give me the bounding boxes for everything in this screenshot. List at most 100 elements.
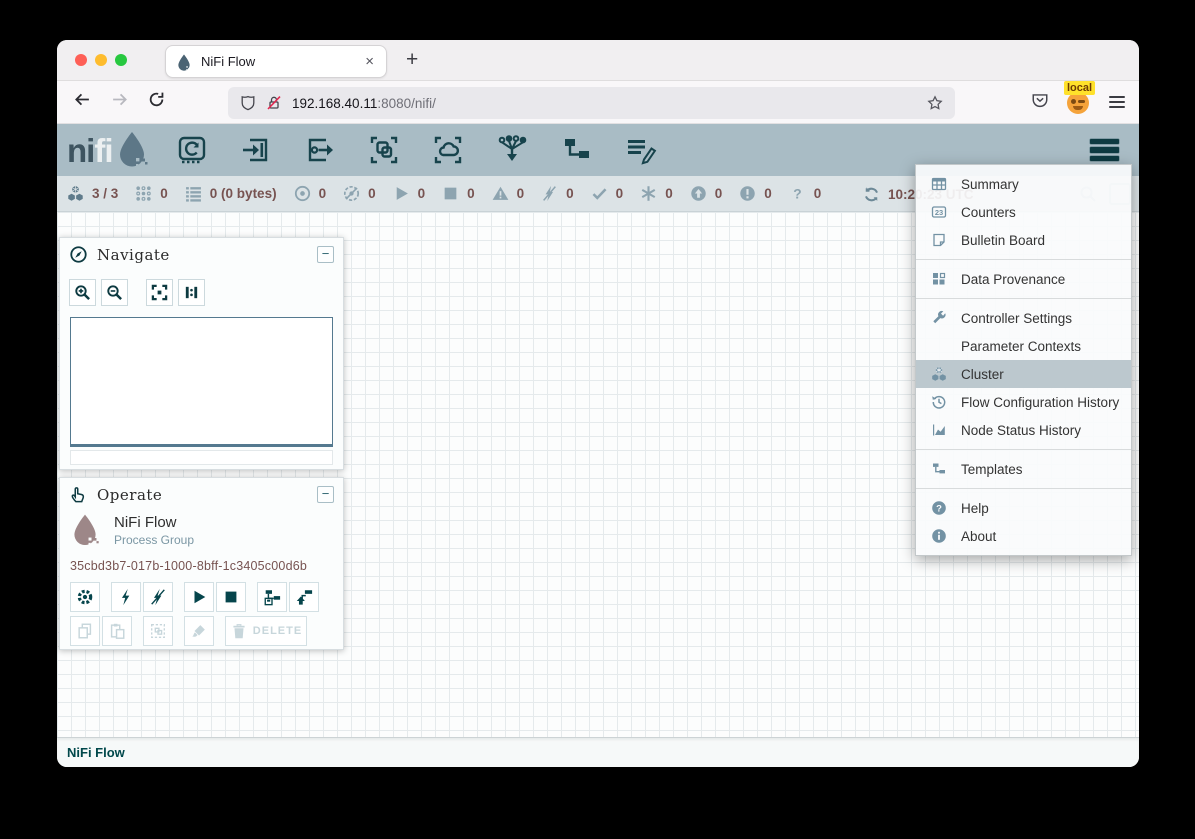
birdseye-minimap[interactable] (70, 317, 333, 447)
menu-item-counters[interactable]: 23 Counters (916, 198, 1131, 226)
back-button[interactable] (67, 91, 97, 113)
create-template-button[interactable] (257, 582, 287, 612)
minimize-window-button[interactable] (95, 54, 107, 66)
disable-button[interactable] (143, 582, 173, 612)
output-port-component-icon[interactable] (303, 134, 337, 166)
process-group-component-icon[interactable] (367, 134, 401, 166)
browser-menu-icon[interactable] (1109, 96, 1125, 108)
processor-component-icon[interactable] (175, 134, 209, 166)
help-icon: ? (929, 500, 948, 516)
group-button[interactable] (143, 616, 173, 646)
pocket-icon[interactable] (1031, 91, 1049, 114)
stop-button[interactable] (216, 582, 246, 612)
stale-versioned-count: 0 (715, 186, 723, 201)
process-group-drop-icon (70, 512, 100, 549)
browser-tab[interactable]: NiFi Flow × (165, 45, 387, 78)
menu-item-controller-settings[interactable]: Controller Settings (916, 304, 1131, 332)
configure-button[interactable] (70, 582, 100, 612)
running-components-status: 0 (393, 185, 426, 202)
menu-separator (916, 259, 1131, 260)
menu-item-about[interactable]: About (916, 522, 1131, 550)
cluster-icon (67, 185, 84, 202)
queued-status: 0 (0 bytes) (185, 185, 277, 202)
queued-count: 0 (0 bytes) (210, 186, 277, 201)
forward-button[interactable] (104, 91, 134, 113)
stopped-icon (442, 185, 459, 202)
url-text[interactable]: 192.168.40.11:8080/nifi/ (292, 96, 927, 111)
nifi-global-menu-icon[interactable] (1090, 139, 1119, 162)
menu-item-parameter-contexts[interactable]: Parameter Contexts (916, 332, 1131, 360)
shield-icon[interactable] (240, 95, 256, 111)
breadcrumb-bar: NiFi Flow (57, 737, 1139, 767)
refresh-icon[interactable] (863, 186, 880, 203)
operate-buttons-row1 (60, 573, 343, 612)
url-host: 192.168.40.11 (292, 96, 377, 111)
menu-item-node-status-history[interactable]: Node Status History (916, 416, 1131, 444)
navigate-panel-title: Navigate (97, 246, 170, 264)
menu-item-data-provenance[interactable]: Data Provenance (916, 265, 1131, 293)
upload-template-button[interactable] (289, 582, 319, 612)
menu-item-cluster[interactable]: Cluster (916, 360, 1131, 388)
stale-icon (690, 185, 707, 202)
new-tab-button[interactable]: + (398, 46, 426, 74)
url-bar[interactable]: 192.168.40.11:8080/nifi/ (228, 87, 955, 119)
flow-canvas[interactable]: Navigate − (57, 212, 1139, 737)
operate-collapse-button[interactable]: − (317, 486, 334, 503)
menu-item-label: Counters (961, 205, 1016, 220)
bookmark-star-icon[interactable] (927, 95, 943, 111)
zoom-actual-size-button[interactable] (178, 279, 205, 306)
breadcrumb-root[interactable]: NiFi Flow (67, 745, 125, 760)
svg-text:?: ? (936, 504, 942, 515)
logo-ni: ni (67, 133, 94, 169)
stopped-components-status: 0 (442, 185, 475, 202)
menu-separator (916, 449, 1131, 450)
locally-modified-stale-versioned-count: 0 (764, 186, 772, 201)
operate-panel-title: Operate (97, 486, 162, 504)
nifi-drop-icon (115, 131, 149, 169)
running-icon (393, 185, 410, 202)
menu-item-bulletin-board[interactable]: Bulletin Board (916, 226, 1131, 254)
remote-process-group-component-icon[interactable] (431, 134, 465, 166)
template-component-icon[interactable] (559, 134, 593, 166)
tab-close-icon[interactable]: × (363, 53, 376, 70)
color-button[interactable] (184, 616, 214, 646)
locally-modified-stale-versioned-status: 0 (739, 185, 772, 202)
input-port-component-icon[interactable] (239, 134, 273, 166)
bulletin-icon (929, 232, 948, 248)
global-menu: Summary 23 Counters Bulletin Board Data Prov… (915, 164, 1132, 556)
svg-text:23: 23 (934, 208, 942, 217)
hand-pointer-icon (69, 485, 88, 504)
about-icon (929, 528, 948, 544)
reload-button[interactable] (141, 91, 171, 113)
flow-history-icon (929, 394, 948, 410)
menu-item-templates[interactable]: Templates (916, 455, 1131, 483)
selection-type: Process Group (114, 533, 194, 547)
operate-panel-header: Operate − (60, 478, 343, 508)
funnel-component-icon[interactable] (495, 134, 529, 166)
menu-separator (916, 488, 1131, 489)
delete-button[interactable]: DELETE (225, 616, 307, 646)
disabled-components-status: 0 (541, 185, 574, 202)
close-window-button[interactable] (75, 54, 87, 66)
url-path: :8080/nifi/ (377, 96, 436, 111)
menu-item-help[interactable]: ?Help (916, 494, 1131, 522)
start-button[interactable] (184, 582, 214, 612)
copy-button[interactable] (70, 616, 100, 646)
menu-item-summary[interactable]: Summary (916, 170, 1131, 198)
menu-item-flow-configuration-history[interactable]: Flow Configuration History (916, 388, 1131, 416)
zoom-fit-button[interactable] (146, 279, 173, 306)
insecure-lock-icon[interactable] (266, 95, 282, 111)
label-component-icon[interactable] (623, 134, 657, 166)
node-history-icon (929, 422, 948, 438)
profile-avatar[interactable]: local (1067, 90, 1091, 114)
zoom-out-button[interactable] (101, 279, 128, 306)
enable-button[interactable] (111, 582, 141, 612)
maximize-window-button[interactable] (115, 54, 127, 66)
threads-icon (135, 185, 152, 202)
zoom-in-button[interactable] (69, 279, 96, 306)
invalid-icon (492, 185, 509, 202)
menu-item-label: Parameter Contexts (961, 339, 1081, 354)
paste-button[interactable] (102, 616, 132, 646)
selection-id: 35cbd3b7-017b-1000-8bff-1c3405c00d6b (60, 549, 343, 573)
navigate-collapse-button[interactable]: − (317, 246, 334, 263)
